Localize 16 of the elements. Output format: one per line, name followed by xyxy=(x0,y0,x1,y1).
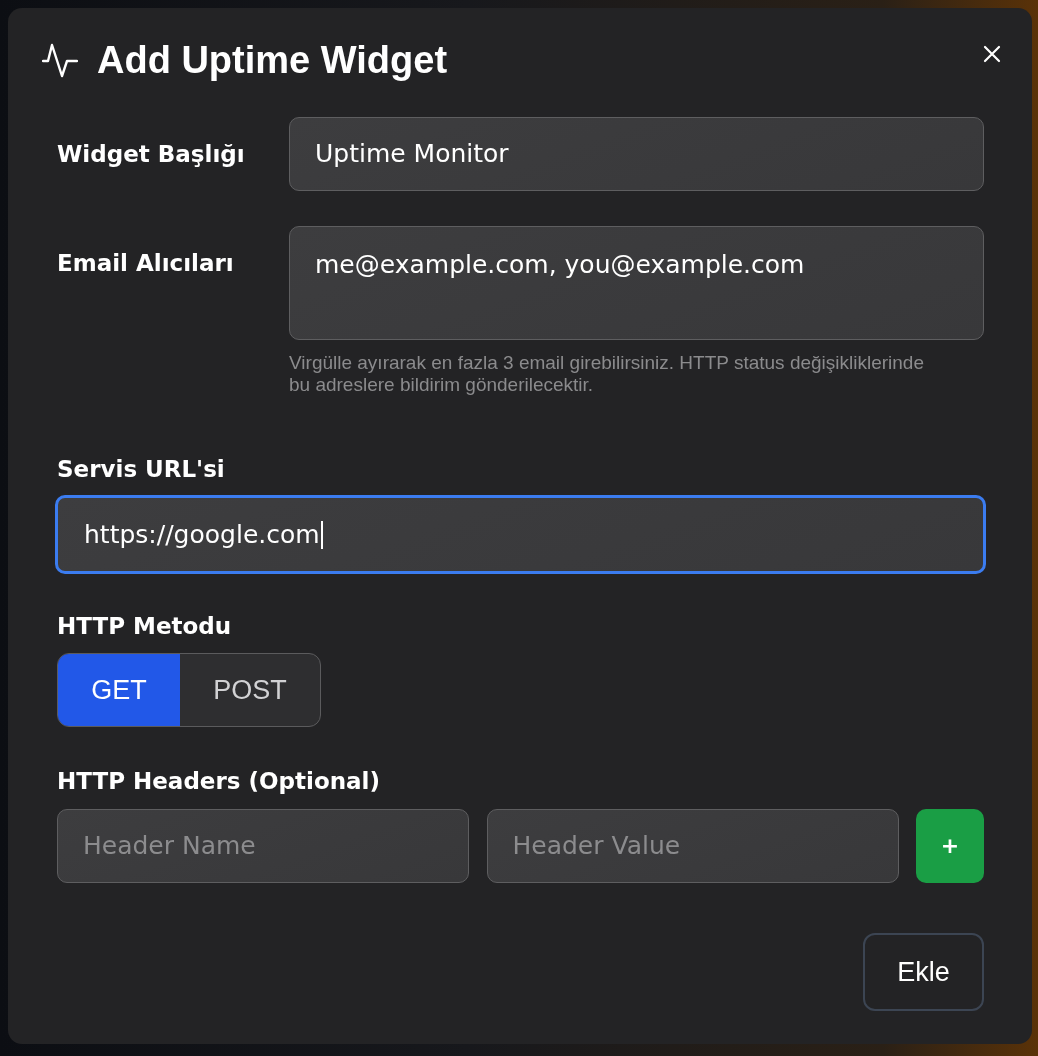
close-icon[interactable] xyxy=(983,45,1001,63)
method-option[interactable]: POST xyxy=(180,654,320,726)
text-cursor-icon xyxy=(320,520,323,549)
input-field[interactable]: https://google.com xyxy=(55,495,986,574)
submit-button[interactable]: Ekle xyxy=(863,933,984,1011)
method-option[interactable]: GET xyxy=(58,654,180,726)
textarea-field[interactable]: me@example.com, you@example.com xyxy=(289,226,984,340)
field-label: Widget Başlığı xyxy=(57,140,246,167)
dialog-title: Add Uptime Widget xyxy=(97,38,448,82)
field-label: HTTP Metodu xyxy=(57,613,233,639)
field-label: HTTP Headers (Optional) xyxy=(57,768,381,794)
pulse-icon xyxy=(42,42,78,78)
help-text: Virgülle ayırarak en fazla 3 email girebilirsiniz. HTTP status değişikliklerinde bu adreslere bildirim gönderilecektir. xyxy=(289,352,925,396)
input-field[interactable]: Uptime Monitor xyxy=(289,117,984,191)
field-label: Servis URL'si xyxy=(57,456,226,482)
field-label: Email Alıcıları xyxy=(57,249,235,276)
